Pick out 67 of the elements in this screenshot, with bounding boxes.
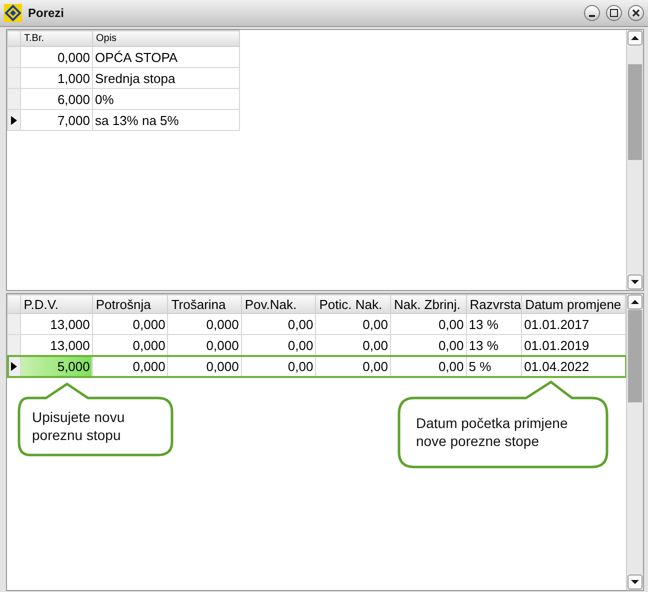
row-header-corner [8, 294, 20, 314]
close-button[interactable] [628, 5, 644, 21]
table-row[interactable]: 6,000 0% [8, 88, 240, 110]
scroll-up-icon[interactable] [627, 30, 643, 46]
table-cell: 0,00 [390, 314, 466, 334]
table-cell: 5 % [466, 356, 522, 376]
table-cell: 0,00 [316, 334, 390, 356]
table-cell: 0,000 [168, 356, 242, 376]
scroll-up-icon[interactable] [627, 294, 643, 310]
table-cell: 1,000 [20, 68, 92, 88]
table-cell: 13,000 [20, 334, 92, 356]
window-title: Porezi [28, 6, 66, 20]
table-cell: 0,00 [241, 356, 316, 376]
column-header[interactable]: Opis [92, 30, 240, 46]
table-cell: 01.04.2022 [522, 356, 626, 376]
table-cell: 7,000 [20, 110, 92, 130]
column-header[interactable]: Potrošnja [92, 294, 168, 314]
selected-row[interactable]: 5,000 0,000 0,000 0,00 0,00 0,00 5 % 01.04.2022 [8, 356, 626, 376]
column-header[interactable]: Nak. Zbrinj. [390, 294, 466, 314]
row-header-corner [8, 30, 20, 46]
column-header[interactable]: T.Br. [20, 30, 92, 46]
table-cell: 0,000 [20, 46, 92, 68]
table-cell: 5,000 [20, 356, 92, 376]
table-cell: 0,00 [390, 334, 466, 356]
column-header[interactable]: Potic. Nak. [316, 294, 390, 314]
table-cell: 0,00 [316, 314, 390, 334]
table-cell: 13 % [466, 334, 522, 356]
row-selector[interactable] [8, 110, 20, 130]
column-header[interactable]: Pov.Nak. [241, 294, 316, 314]
maximize-icon [610, 9, 618, 17]
selected-row[interactable]: 7,000 sa 13% na 5% [8, 110, 240, 130]
column-header[interactable]: Datum promjene [522, 294, 626, 314]
table-cell: 0,000 [168, 314, 242, 334]
table-cell: 0,000 [92, 334, 168, 356]
table-cell: 0,000 [92, 356, 168, 376]
current-row-icon [10, 362, 17, 370]
table-row[interactable]: 1,000 Srednja stopa [8, 68, 240, 88]
table-cell: 0,00 [241, 334, 316, 356]
table-cell: 0,00 [316, 356, 390, 376]
minimize-button[interactable] [584, 5, 600, 21]
table-cell: 13,000 [20, 314, 92, 334]
maximize-button[interactable] [606, 5, 622, 21]
table-cell: 13 % [466, 314, 522, 334]
callout-text: Upisujete novu poreznu stopu [32, 408, 126, 444]
table-cell: 0,00 [241, 314, 316, 334]
current-row-icon [11, 116, 17, 124]
table-row[interactable]: 0,000 OPĆA STOPA [8, 46, 240, 68]
table-cell: 0,00 [390, 356, 466, 376]
callout-text: Datum početka primjene nove porezne stope [416, 414, 569, 450]
table-cell: OPĆA STOPA [92, 46, 240, 68]
app-logo-icon [4, 4, 22, 22]
row-selector[interactable] [8, 356, 20, 376]
table-cell: 0,000 [92, 314, 168, 334]
table-cell: 01.01.2019 [522, 334, 626, 356]
column-header[interactable]: Trošarina [168, 294, 242, 314]
table-cell: 0,000 [168, 334, 242, 356]
table-row[interactable]: 13,000 0,000 0,000 0,00 0,00 0,00 13 % 01.01.2017 [8, 314, 626, 334]
table-cell: 6,000 [20, 88, 92, 110]
scroll-down-icon[interactable] [627, 574, 643, 590]
table-cell: sa 13% na 5% [92, 110, 240, 130]
close-icon [632, 9, 640, 17]
table-cell: 01.01.2017 [522, 314, 626, 334]
scroll-down-icon[interactable] [627, 274, 643, 290]
column-header[interactable]: P.D.V. [20, 294, 92, 314]
table-row[interactable]: 13,000 0,000 0,000 0,00 0,00 0,00 13 % 01.01.2019 [8, 334, 626, 356]
table-cell: Srednja stopa [92, 68, 240, 88]
table-cell: 0% [92, 88, 240, 110]
